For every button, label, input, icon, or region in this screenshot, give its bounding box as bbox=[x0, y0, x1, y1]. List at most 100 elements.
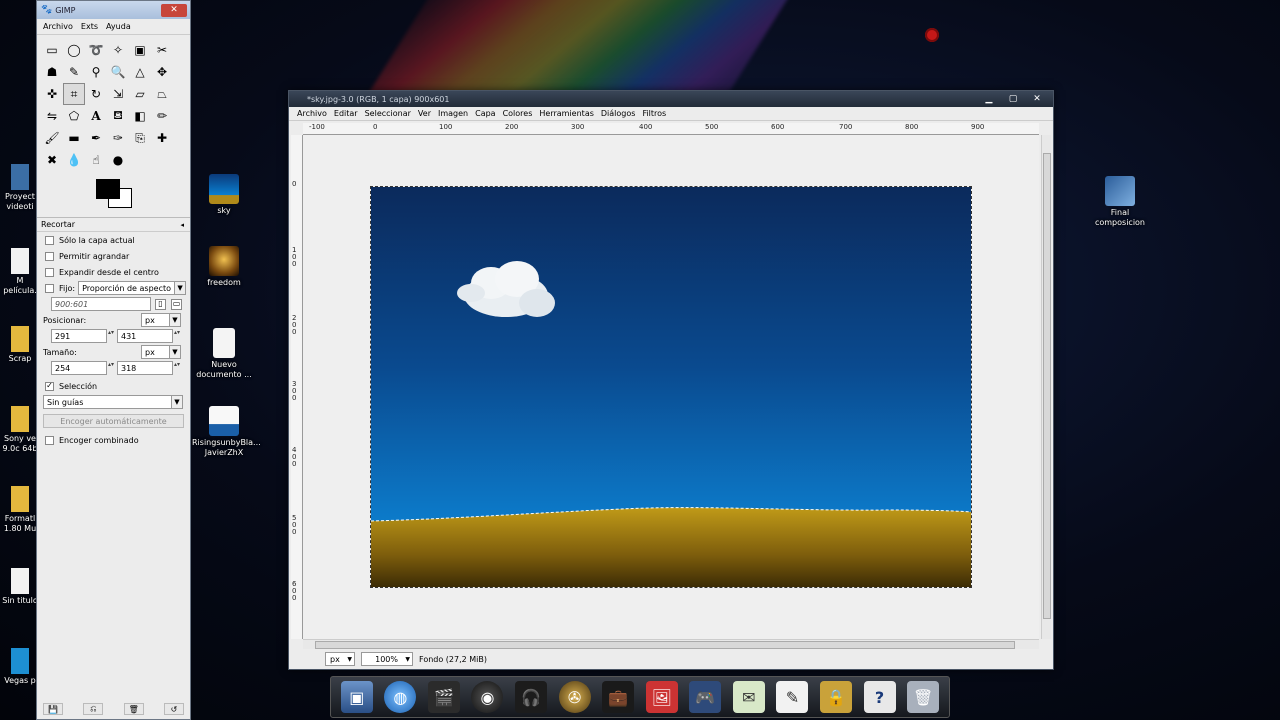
film-reel-icon[interactable]: ✇ bbox=[558, 681, 591, 713]
color-swatches[interactable] bbox=[37, 175, 190, 215]
save-options-icon[interactable]: 💾 bbox=[43, 703, 63, 715]
free-select-icon[interactable]: ➰ bbox=[85, 39, 107, 61]
paint-icon[interactable]: 🖼 bbox=[645, 681, 678, 713]
gamepad-icon[interactable]: 🎮 bbox=[689, 681, 722, 713]
clapperboard-icon[interactable]: 🎬 bbox=[427, 681, 460, 713]
airbrush-icon[interactable]: ✒ bbox=[85, 127, 107, 149]
menu-seleccionar[interactable]: Seleccionar bbox=[365, 109, 411, 118]
foreground-select-icon[interactable]: ☗ bbox=[41, 61, 63, 83]
ellipse-select-icon[interactable]: ◯ bbox=[63, 39, 85, 61]
image-canvas[interactable] bbox=[303, 135, 1039, 639]
autoshrink-button[interactable]: Encoger automáticamente bbox=[43, 414, 184, 428]
option-expand-from-center[interactable]: Expandir desde el centro bbox=[37, 264, 190, 280]
panel-menu-icon[interactable]: ◂ bbox=[180, 221, 184, 229]
fuzzy-select-icon[interactable]: ✧ bbox=[107, 39, 129, 61]
landscape-icon[interactable]: ▭ bbox=[171, 298, 182, 310]
option-selection[interactable]: ✓ Selección bbox=[37, 378, 190, 394]
briefcase-icon[interactable]: 💼 bbox=[602, 681, 635, 713]
menu-dialogos[interactable]: Diálogos bbox=[601, 109, 636, 118]
menu-ayuda[interactable]: Ayuda bbox=[106, 22, 131, 31]
desktop-icon-new-document[interactable]: Nuevo documento ... bbox=[192, 328, 256, 380]
blend-icon[interactable]: ◧ bbox=[129, 105, 151, 127]
desktop-icon-left-5[interactable]: Formatl 1.80 Mu bbox=[0, 486, 40, 534]
reset-options-icon[interactable]: ↺ bbox=[163, 703, 184, 715]
zoom-select[interactable]: 100% ▼ bbox=[361, 652, 413, 666]
move-icon[interactable]: ✥ bbox=[151, 61, 173, 83]
checkbox[interactable] bbox=[45, 267, 54, 277]
delete-options-icon[interactable]: 🗑 bbox=[123, 703, 144, 715]
option-combined-shrink[interactable]: Encoger combinado bbox=[37, 432, 190, 448]
eraser-icon[interactable]: ▬ bbox=[63, 127, 85, 149]
size-width-input[interactable]: 254 bbox=[51, 361, 107, 375]
checkbox[interactable] bbox=[45, 283, 54, 293]
vertical-scrollbar[interactable] bbox=[1041, 135, 1051, 639]
rotate-icon[interactable]: ↻ bbox=[85, 83, 107, 105]
text-icon[interactable]: A bbox=[85, 105, 107, 127]
mail-icon[interactable]: ✉ bbox=[732, 681, 765, 713]
fixed-mode-select[interactable]: Proporción de aspecto ▼ bbox=[78, 281, 187, 295]
menu-archivo[interactable]: Archivo bbox=[43, 22, 73, 31]
desktop-icon-left-4[interactable]: Sony ve 9.0c 64b bbox=[0, 406, 40, 454]
heal-icon[interactable]: ✚ bbox=[151, 127, 173, 149]
maximize-button[interactable]: ▢ bbox=[1003, 93, 1023, 105]
menu-archivo[interactable]: Archivo bbox=[297, 109, 327, 118]
menu-exts[interactable]: Exts bbox=[81, 22, 98, 31]
cage-icon[interactable]: ⬠ bbox=[63, 105, 85, 127]
horizontal-ruler[interactable]: -100 0 100 200 300 400 500 600 700 800 9… bbox=[303, 123, 1039, 135]
scale-icon[interactable]: ⇲ bbox=[107, 83, 129, 105]
desktop-icon-left-3[interactable]: Scrap bbox=[0, 326, 40, 364]
scroll-thumb[interactable] bbox=[1043, 153, 1051, 619]
size-height-input[interactable]: 318 bbox=[117, 361, 173, 375]
help-icon[interactable]: ? bbox=[863, 681, 896, 713]
desktop-icon-brushes[interactable]: RisingsunbyBla... JavierZhX bbox=[192, 406, 261, 458]
crop-icon[interactable]: ⌗ bbox=[63, 83, 85, 105]
close-button[interactable]: ✕ bbox=[1027, 93, 1047, 105]
checkbox[interactable] bbox=[45, 435, 54, 445]
position-x-input[interactable]: 291 bbox=[51, 329, 107, 343]
bucket-fill-icon[interactable]: ⛾ bbox=[107, 105, 129, 127]
desktop-icon-left-2[interactable]: M película. bbox=[0, 248, 40, 296]
desktop-icon-left-7[interactable]: Vegas p bbox=[0, 648, 40, 686]
trash-icon[interactable]: 🗑 bbox=[907, 681, 940, 713]
rect-select-icon[interactable]: ▭ bbox=[41, 39, 63, 61]
desktop-icon-left-6[interactable]: Sin titulo bbox=[0, 568, 40, 606]
checkbox[interactable] bbox=[45, 235, 54, 245]
menu-colores[interactable]: Colores bbox=[503, 109, 533, 118]
ink-icon[interactable]: ✑ bbox=[107, 127, 129, 149]
position-y-input[interactable]: 431 bbox=[117, 329, 173, 343]
horizontal-scrollbar[interactable] bbox=[303, 639, 1039, 649]
headphones-icon[interactable]: 🎧 bbox=[515, 681, 548, 713]
guides-select[interactable]: Sin guías ▼ bbox=[43, 395, 183, 409]
desktop-icon-freedom[interactable]: freedom bbox=[192, 246, 256, 288]
perspective-icon[interactable]: ⏢ bbox=[151, 83, 173, 105]
align-icon[interactable]: ✜ bbox=[41, 83, 63, 105]
clone-icon[interactable]: ⎘ bbox=[129, 127, 151, 149]
unit-select[interactable]: px ▼ bbox=[325, 652, 355, 666]
speaker-icon[interactable]: ◉ bbox=[471, 681, 504, 713]
menu-capa[interactable]: Capa bbox=[475, 109, 495, 118]
menu-imagen[interactable]: Imagen bbox=[438, 109, 468, 118]
option-allow-growing[interactable]: Permitir agrandar bbox=[37, 248, 190, 264]
spin-arrows-icon[interactable]: ▴▾ bbox=[107, 361, 115, 375]
position-unit-select[interactable]: px ▼ bbox=[141, 313, 181, 327]
portrait-icon[interactable]: ▯ bbox=[155, 298, 166, 310]
size-unit-select[interactable]: px ▼ bbox=[141, 345, 181, 359]
minimize-button[interactable]: ▁ bbox=[979, 93, 999, 105]
scissors-icon[interactable]: ✂ bbox=[151, 39, 173, 61]
shear-icon[interactable]: ▱ bbox=[129, 83, 151, 105]
paintbrush-icon[interactable]: 🖌 bbox=[41, 127, 63, 149]
color-picker-icon[interactable]: ⚲ bbox=[85, 61, 107, 83]
checkbox-checked[interactable]: ✓ bbox=[45, 381, 54, 391]
desktop-icon-sky[interactable]: sky bbox=[192, 174, 256, 216]
flip-icon[interactable]: ⇋ bbox=[41, 105, 63, 127]
spin-arrows-icon[interactable]: ▴▾ bbox=[107, 329, 115, 343]
foreground-color[interactable] bbox=[96, 179, 120, 199]
close-button[interactable]: ✕ bbox=[161, 3, 187, 17]
perspective-clone-icon[interactable]: ✖ bbox=[41, 149, 63, 171]
convolve-icon[interactable]: 💧 bbox=[63, 149, 85, 171]
paths-icon[interactable]: ✎ bbox=[63, 61, 85, 83]
measure-icon[interactable]: △ bbox=[129, 61, 151, 83]
lock-icon[interactable]: 🔒 bbox=[819, 681, 852, 713]
restore-options-icon[interactable]: ⎌ bbox=[83, 703, 104, 715]
dodge-burn-icon[interactable]: ● bbox=[107, 149, 129, 171]
